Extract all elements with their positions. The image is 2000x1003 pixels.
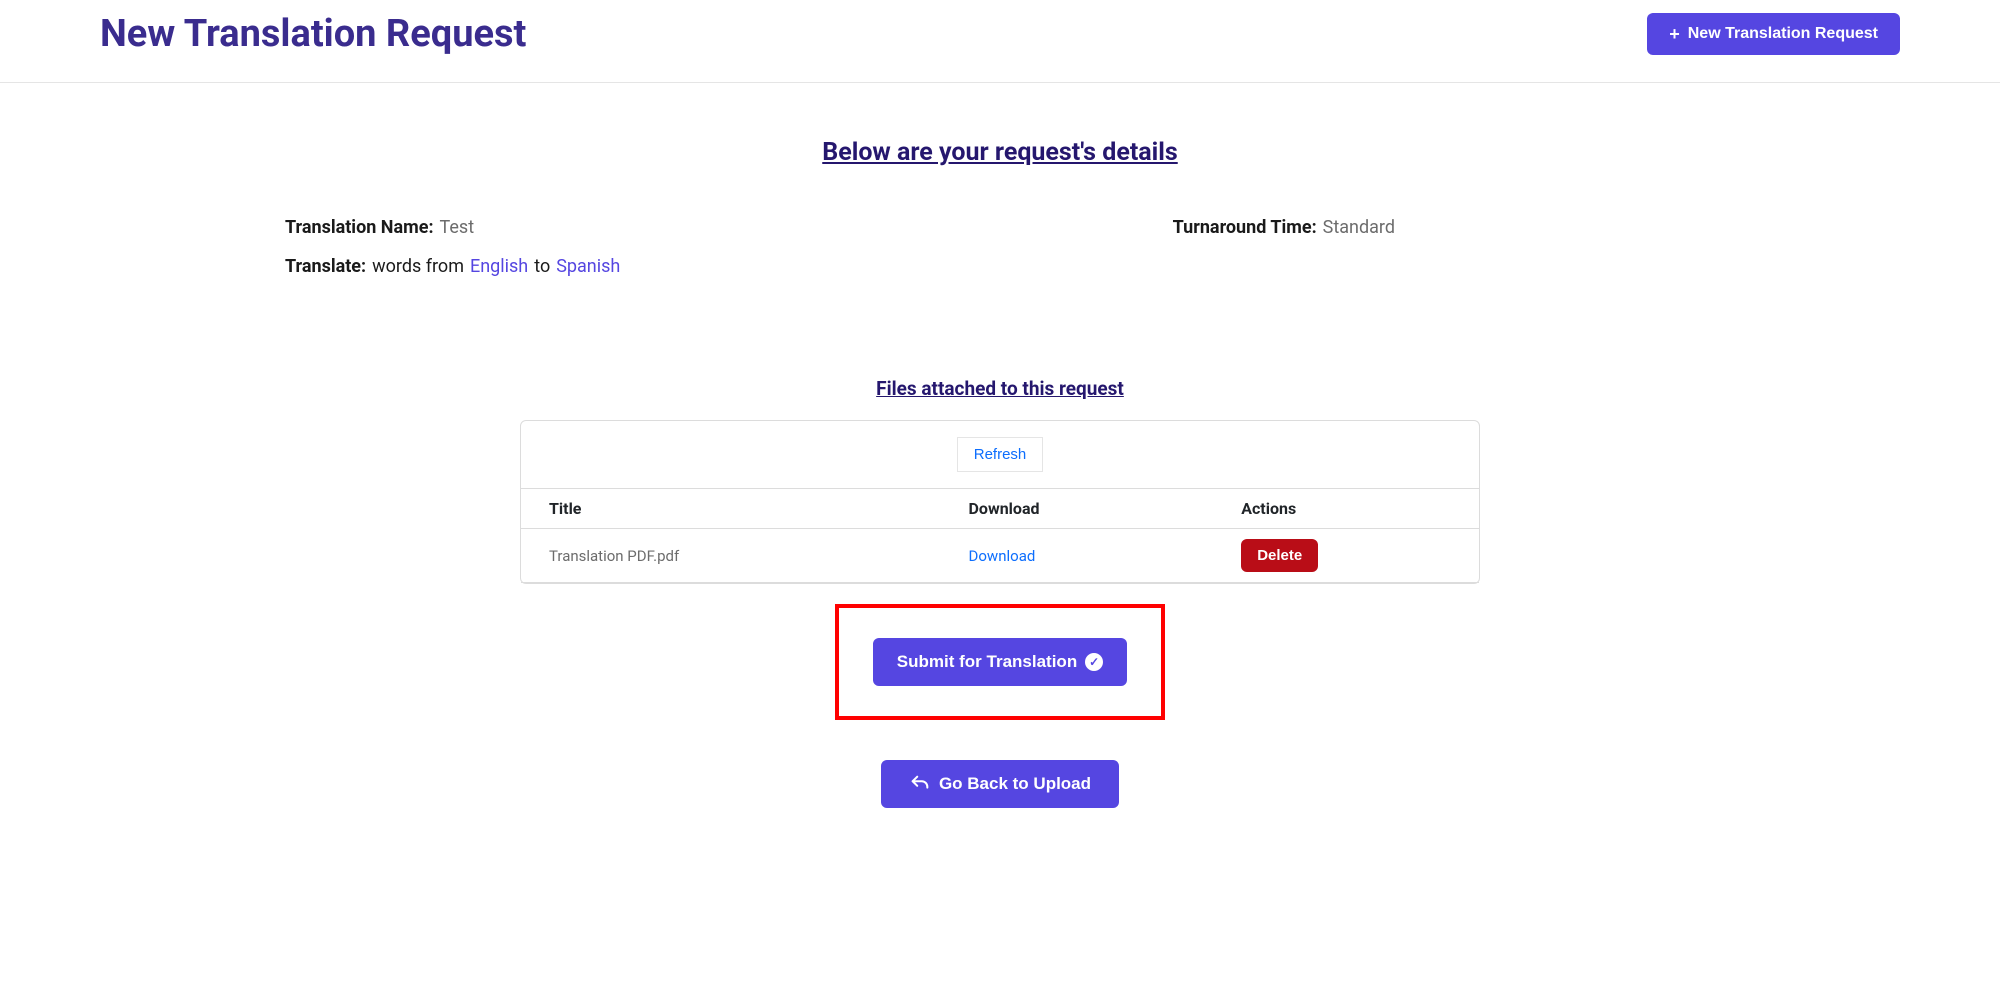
page-header: New Translation Request + New Translatio…	[0, 0, 2000, 83]
files-heading: Files attached to this request	[285, 377, 1715, 400]
file-title: Translation PDF.pdf	[549, 547, 969, 565]
translate-label: Translate:	[285, 256, 366, 277]
translate-mid: to	[534, 256, 550, 277]
submit-for-translation-button[interactable]: Submit for Translation ✓	[873, 638, 1127, 686]
turnaround-field: Turnaround Time: Standard	[1173, 217, 1395, 238]
detail-row-2: Translate: words from English to Spanish	[285, 256, 1715, 277]
files-refresh-row: Refresh	[521, 421, 1479, 489]
translation-name-value: Test	[440, 217, 475, 238]
detail-row-1: Translation Name: Test Turnaround Time: …	[285, 217, 1715, 238]
main-content: Below are your request's details Transla…	[250, 83, 1750, 848]
go-back-wrap: Go Back to Upload	[285, 760, 1715, 808]
submit-label: Submit for Translation	[897, 652, 1077, 672]
page-title: New Translation Request	[100, 12, 526, 56]
translate-to: Spanish	[556, 256, 620, 277]
col-download: Download	[969, 499, 1242, 518]
translate-prefix: words from	[372, 256, 464, 277]
go-back-label: Go Back to Upload	[939, 774, 1091, 794]
refresh-button[interactable]: Refresh	[957, 437, 1044, 472]
table-row: Translation PDF.pdf Download Delete	[521, 529, 1479, 583]
translate-field: Translate: words from English to Spanish	[285, 256, 620, 277]
submit-highlight: Submit for Translation ✓	[835, 604, 1165, 720]
delete-button[interactable]: Delete	[1241, 539, 1318, 572]
plus-icon: +	[1669, 25, 1680, 43]
go-back-to-upload-button[interactable]: Go Back to Upload	[881, 760, 1119, 808]
check-circle-icon: ✓	[1085, 653, 1103, 671]
undo-arrow-icon	[909, 773, 931, 795]
translation-name-field: Translation Name: Test	[285, 217, 474, 238]
file-actions: Delete	[1241, 539, 1451, 572]
turnaround-label: Turnaround Time:	[1173, 217, 1317, 238]
translate-from: English	[470, 256, 528, 277]
col-title: Title	[549, 499, 969, 518]
details-heading: Below are your request's details	[285, 138, 1715, 167]
turnaround-value: Standard	[1323, 217, 1395, 238]
translation-name-label: Translation Name:	[285, 217, 434, 238]
col-actions: Actions	[1241, 499, 1451, 518]
new-translation-request-label: New Translation Request	[1688, 25, 1878, 43]
download-link[interactable]: Download	[969, 547, 1242, 565]
new-translation-request-button[interactable]: + New Translation Request	[1647, 13, 1900, 55]
files-table: Refresh Title Download Actions Translati…	[520, 420, 1480, 584]
files-table-header: Title Download Actions	[521, 489, 1479, 529]
